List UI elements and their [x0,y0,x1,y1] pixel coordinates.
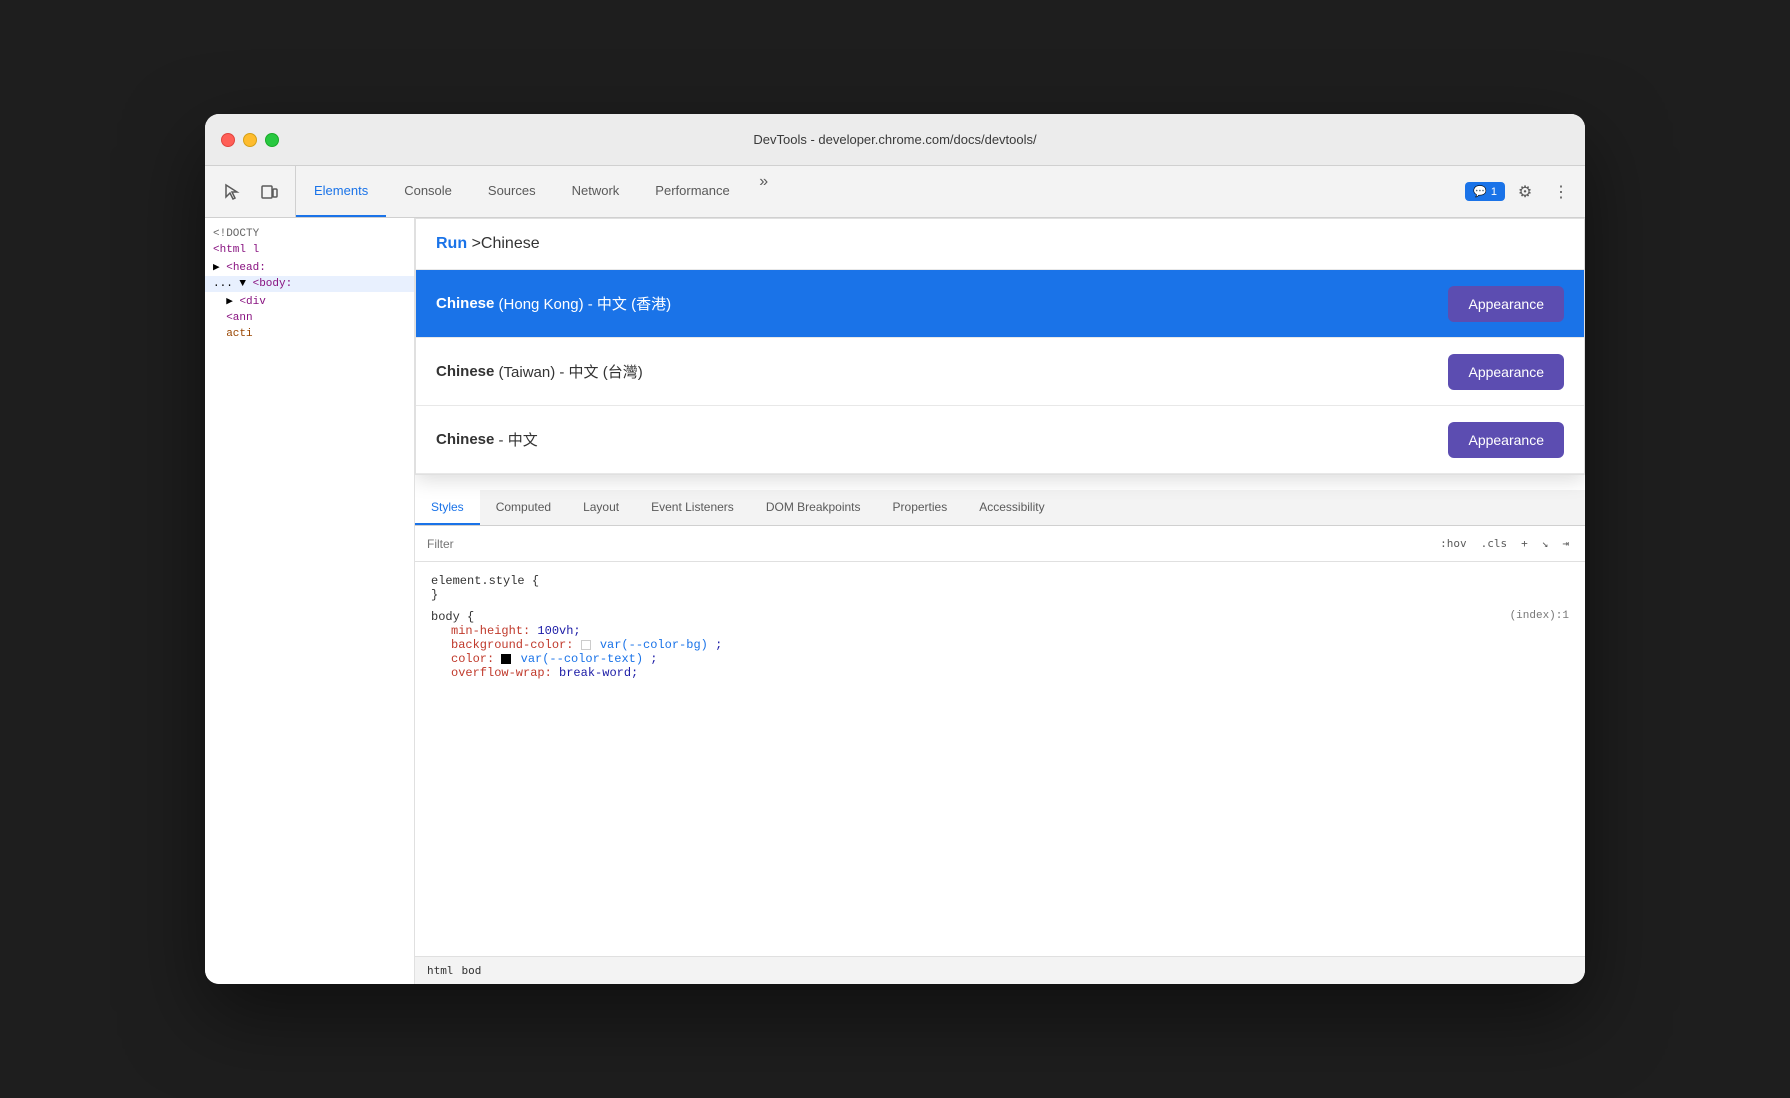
result-3-bold: Chinese [436,431,494,448]
dom-line: ▶ <head: [205,258,414,276]
breadcrumb-html[interactable]: html [423,964,458,977]
dom-line-body[interactable]: ... ▼ <body: [205,276,414,292]
filter-actions: :hov .cls + ↘ ⇥ [1436,535,1573,552]
devtools-toolbar: Elements Console Sources Network Perform… [205,166,1585,218]
select-element-icon[interactable] [217,178,245,206]
toggle-sidebar-button[interactable]: ⇥ [1558,535,1573,552]
run-label: Run [436,235,467,252]
add-class-button[interactable]: + [1517,535,1532,552]
chat-icon: 💬 [1473,185,1487,198]
tab-accessibility[interactable]: Accessibility [963,490,1060,525]
tab-computed[interactable]: Computed [480,490,567,525]
command-result-1[interactable]: Chinese (Hong Kong) - 中文 (香港) Appearance [416,270,1584,338]
breadcrumb-bar: html bod [415,956,1585,984]
toolbar-right: 💬 1 ⚙ ⋮ [1457,166,1585,217]
command-input-row: Run >Chinese [416,219,1584,270]
result-1-bold: Chinese [436,295,494,312]
dom-line: <!DOCTY [205,226,414,242]
more-tabs-button[interactable]: » [748,166,780,198]
tab-event-listeners[interactable]: Event Listeners [635,490,750,525]
result-1-rest: (Hong Kong) - 中文 (香港) [494,293,671,314]
result-3-rest: - 中文 [494,429,537,450]
traffic-lights [221,133,279,147]
breadcrumb-body[interactable]: bod [458,964,486,977]
dom-panel: <!DOCTY <html l ▶ <head: ... ▼ <body: ▶ … [205,218,415,984]
tab-styles[interactable]: Styles [415,490,480,525]
color-swatch-text [501,654,511,664]
devtools-window: DevTools - developer.chrome.com/docs/dev… [205,114,1585,984]
notification-badge[interactable]: 💬 1 [1465,182,1505,201]
new-style-rule-button[interactable]: ↘ [1538,535,1553,552]
main-tabs: Elements Console Sources Network Perform… [296,166,1457,217]
cls-button[interactable]: .cls [1477,535,1512,552]
toolbar-icon-group [205,166,296,217]
command-result-3[interactable]: Chinese - 中文 Appearance [416,406,1584,474]
window-title: DevTools - developer.chrome.com/docs/dev… [753,132,1036,147]
command-palette: Run >Chinese Chinese (Hong Kong) - 中文 (香… [415,218,1585,475]
right-panel: Run >Chinese Chinese (Hong Kong) - 中文 (香… [415,218,1585,984]
tab-elements[interactable]: Elements [296,166,386,217]
tab-dom-breakpoints[interactable]: DOM Breakpoints [750,490,877,525]
main-content: <!DOCTY <html l ▶ <head: ... ▼ <body: ▶ … [205,218,1585,984]
styles-tabs: Styles Computed Layout Event Listeners D… [415,490,1585,526]
appearance-button-3[interactable]: Appearance [1448,422,1564,458]
css-rule-body: body { (index):1 min-height: 100vh; back… [415,606,1585,684]
styles-panel: Styles Computed Layout Event Listeners D… [415,490,1585,984]
dom-line: acti [205,326,414,342]
dom-line: ▶ <div [205,292,414,310]
title-bar: DevTools - developer.chrome.com/docs/dev… [205,114,1585,166]
tab-network[interactable]: Network [554,166,638,217]
tab-sources[interactable]: Sources [470,166,554,217]
tab-properties[interactable]: Properties [877,490,964,525]
dom-line: <html l [205,242,414,258]
settings-button[interactable]: ⚙ [1509,176,1541,208]
tab-console[interactable]: Console [386,166,470,217]
tab-performance[interactable]: Performance [637,166,747,217]
appearance-button-2[interactable]: Appearance [1448,354,1564,390]
filter-input[interactable] [427,537,1436,551]
command-result-2[interactable]: Chinese (Taiwan) - 中文 (台灣) Appearance [416,338,1584,406]
result-2-rest: (Taiwan) - 中文 (台灣) [494,361,642,382]
hov-button[interactable]: :hov [1436,535,1471,552]
dom-line: <ann [205,310,414,326]
device-toggle-icon[interactable] [255,178,283,206]
filter-bar: :hov .cls + ↘ ⇥ [415,526,1585,562]
maximize-button[interactable] [265,133,279,147]
css-rule-element-style: element.style { } [415,570,1585,606]
appearance-button-1[interactable]: Appearance [1448,286,1564,322]
result-2-bold: Chinese [436,363,494,380]
css-content: element.style { } body { (index):1 min-h… [415,562,1585,956]
command-query: >Chinese [472,235,540,252]
minimize-button[interactable] [243,133,257,147]
color-swatch-bg [581,640,591,650]
close-button[interactable] [221,133,235,147]
menu-button[interactable]: ⋮ [1545,176,1577,208]
tab-layout[interactable]: Layout [567,490,635,525]
